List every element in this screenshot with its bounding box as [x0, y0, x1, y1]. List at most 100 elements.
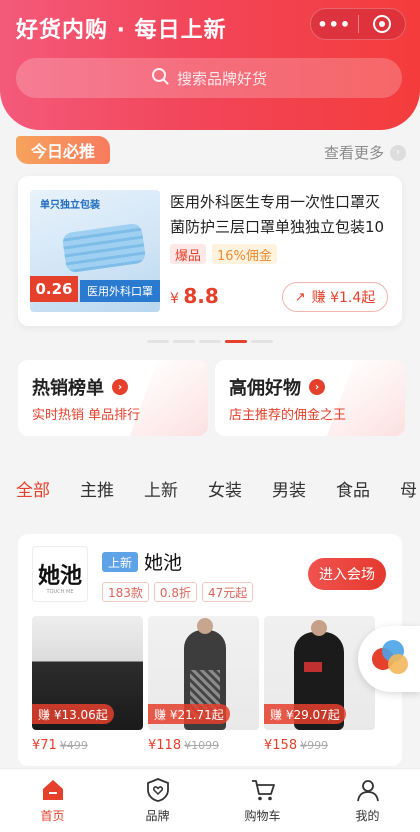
tab-featured[interactable]: 主推: [80, 476, 114, 501]
mask-illustration: [61, 222, 147, 274]
search-placeholder: 搜索品牌好货: [176, 69, 267, 88]
product-image-label: 医用外科口罩: [80, 280, 160, 302]
price-value: 8.8: [183, 284, 219, 308]
hot-tag: 爆品: [170, 244, 207, 264]
brand-logo-text: 她池: [37, 564, 82, 589]
feature-title: 高佣好物 ›: [229, 374, 325, 400]
item-sale-price: ¥71: [32, 738, 57, 753]
brand-item[interactable]: 赚 ¥21.71起 ¥118 ¥1099: [148, 616, 259, 753]
feature-subtitle: 实时热销 单品排行: [32, 408, 141, 423]
product-price: ¥ 8.8: [170, 284, 219, 308]
product-image-price: 0.26: [30, 276, 78, 302]
carousel-dot: [147, 340, 169, 343]
feature-title-text: 高佣好物: [229, 378, 301, 399]
brand-stats: 183款 0.8折 47元起: [102, 582, 254, 602]
tab-brand[interactable]: 品牌: [105, 769, 210, 832]
see-more-label: 查看更多: [323, 144, 384, 162]
target-icon: [372, 15, 391, 33]
earn-tag: 赚 ¥13.06起: [32, 704, 114, 724]
brand-logo: 她池 TOUCH ME: [32, 546, 88, 602]
brand-stat-minprice: 47元起: [202, 582, 254, 602]
tab-label: 我的: [355, 809, 380, 823]
price-symbol: ¥: [170, 291, 179, 307]
today-recommend-tag: 今日必推: [16, 136, 110, 164]
item-original-price: ¥499: [59, 739, 88, 752]
item-original-price: ¥1099: [184, 739, 220, 752]
avatar: [388, 654, 408, 674]
tab-cart[interactable]: 购物车: [210, 769, 315, 832]
item-image: 赚 ¥13.06起: [32, 616, 143, 730]
tab-all[interactable]: 全部: [16, 476, 50, 508]
share-icon: ↗: [294, 289, 306, 305]
chevron-right-icon: ›: [112, 379, 128, 395]
cart-icon: [251, 780, 275, 801]
carousel-dot: [251, 340, 273, 343]
search-icon: [151, 67, 169, 89]
floating-service-button[interactable]: [358, 626, 420, 692]
earn-tag: 赚 ¥29.07起: [264, 704, 346, 724]
carousel-dot-active: [225, 340, 247, 343]
today-recommend-header: 今日必推 查看更多 ›: [0, 134, 420, 168]
search-bar[interactable]: 搜索品牌好货: [16, 58, 402, 98]
feature-title-text: 热销榜单: [32, 378, 104, 399]
tab-mens[interactable]: 男装: [272, 476, 306, 501]
item-image: 赚 ¥21.71起: [148, 616, 259, 730]
bottom-tab-bar: 首页 品牌 购物车 我的: [0, 768, 420, 832]
chevron-right-icon: ›: [309, 379, 325, 395]
item-image: 赚 ¥29.07起: [264, 616, 375, 730]
earn-label: 赚 ¥1.4起: [311, 290, 376, 306]
featured-product-card[interactable]: 单只独立包装 0.26 医用外科口罩 医用外科医生专用一次性口罩灭菌防护三层口罩…: [18, 176, 402, 326]
item-sale-price: ¥158: [264, 738, 298, 753]
tab-label: 购物车: [244, 809, 281, 823]
tab-womens[interactable]: 女装: [208, 476, 242, 501]
product-tags: 爆品 16%佣金: [170, 244, 277, 264]
carousel-indicator: [147, 340, 273, 343]
item-price: ¥71 ¥499: [32, 738, 143, 753]
item-sale-price: ¥118: [148, 738, 182, 753]
tab-new[interactable]: 上新: [144, 476, 178, 501]
carousel-dot: [199, 340, 221, 343]
more-menu-button[interactable]: •••: [311, 8, 358, 40]
product-title: 医用外科医生专用一次性口罩灭菌防护三层口罩单独独立包装10: [170, 193, 385, 236]
product-image: 单只独立包装 0.26 医用外科口罩: [30, 190, 160, 312]
tab-label: 首页: [40, 809, 65, 823]
tab-home[interactable]: 首页: [0, 769, 105, 832]
brand-logo-subtext: TOUCH ME: [46, 589, 74, 595]
item-price: ¥118 ¥1099: [148, 738, 259, 753]
new-badge: 上新: [102, 552, 139, 572]
tab-baby[interactable]: 母: [400, 476, 417, 501]
brand-stat-count: 183款: [102, 582, 149, 602]
category-tabs: 全部 主推 上新 女装 男装 食品 母: [0, 468, 420, 508]
hot-sales-ranking-card[interactable]: 热销榜单 › 实时热销 单品排行: [18, 360, 208, 436]
home-icon: [42, 780, 63, 800]
feature-subtitle: 店主推荐的佣金之王: [229, 408, 347, 423]
tab-food[interactable]: 食品: [336, 476, 370, 501]
tab-label: 品牌: [145, 809, 170, 823]
item-price: ¥158 ¥999: [264, 738, 375, 753]
brand-card[interactable]: 她池 TOUCH ME 上新 她池 183款 0.8折 47元起 进入会场 赚 …: [18, 534, 402, 766]
miniprogram-capsule: •••: [310, 8, 406, 40]
card-decoration: [324, 360, 405, 436]
see-more-link[interactable]: 查看更多 ›: [324, 142, 406, 163]
earn-tag: 赚 ¥21.71起: [148, 704, 230, 724]
card-decoration: [127, 360, 208, 436]
brand-item[interactable]: 赚 ¥29.07起 ¥158 ¥999: [264, 616, 375, 753]
product-image-caption: 单只独立包装: [40, 200, 100, 211]
brand-items: 赚 ¥13.06起 ¥71 ¥499 赚 ¥21.71起 ¥118 ¥1099 赚 …: [32, 616, 375, 753]
commission-tag: 16%佣金: [212, 244, 277, 264]
high-commission-card[interactable]: 高佣好物 › 店主推荐的佣金之王: [215, 360, 405, 436]
brand-stat-discount: 0.8折: [153, 582, 197, 602]
item-original-price: ¥999: [300, 739, 329, 752]
tab-mine[interactable]: 我的: [315, 769, 420, 832]
page-title: 好货内购 · 每日上新: [16, 18, 227, 43]
close-miniprogram-button[interactable]: [358, 8, 405, 40]
shield-heart-icon: [146, 778, 169, 802]
user-icon: [356, 780, 379, 802]
chevron-right-icon: ›: [390, 144, 406, 161]
earn-share-button[interactable]: ↗ 赚 ¥1.4起: [282, 282, 388, 312]
brand-item[interactable]: 赚 ¥13.06起 ¥71 ¥499: [32, 616, 143, 753]
carousel-dot: [173, 340, 195, 343]
brand-name: 她池: [144, 552, 183, 574]
feature-title: 热销榜单 ›: [32, 374, 128, 400]
enter-venue-button[interactable]: 进入会场: [308, 558, 386, 590]
